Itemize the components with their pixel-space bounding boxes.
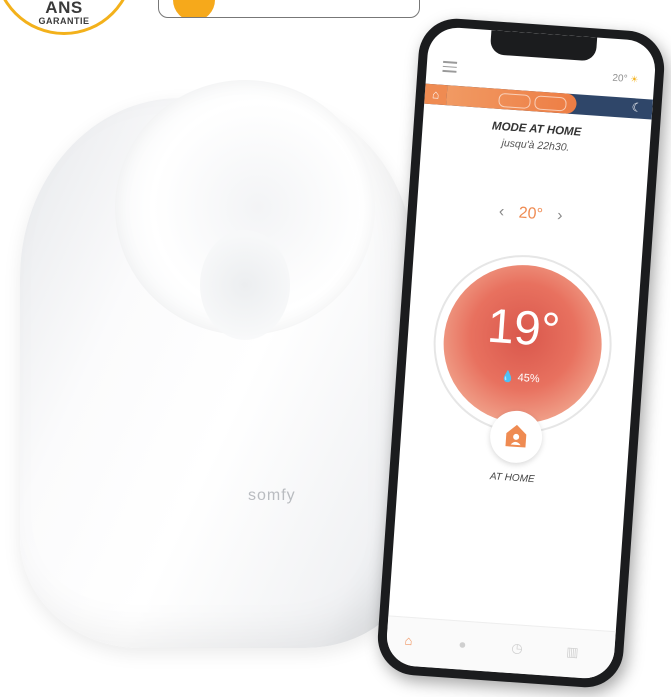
chevron-left-icon[interactable]: ‹ (498, 203, 505, 220)
home-mode-label: AT HOME (489, 471, 535, 486)
outdoor-temp-value: 20° (612, 72, 628, 85)
nav-chart-icon[interactable]: ▥ (566, 644, 579, 661)
nav-home-icon[interactable]: ⌂ (404, 633, 413, 649)
phone-notch (489, 30, 598, 62)
phone-screen: 20° ☀ ⌂ ☾ MODE AT HOME jusqu'à 22h30. ‹ … (384, 25, 658, 681)
drop-icon: 💧 (500, 370, 515, 384)
nav-clock-icon[interactable]: ◷ (511, 640, 523, 657)
current-temperature: 19° (485, 299, 562, 358)
feature-dot-icon (173, 0, 215, 17)
sun-icon: ☀ (629, 73, 639, 85)
smartphone: 20° ☀ ⌂ ☾ MODE AT HOME jusqu'à 22h30. ‹ … (375, 10, 668, 690)
phone-body: 20° ☀ ⌂ ☾ MODE AT HOME jusqu'à 22h30. ‹ … (375, 16, 667, 690)
schedule-day-segment (446, 85, 578, 115)
menu-icon[interactable] (442, 60, 458, 75)
thermostat-dial (200, 230, 290, 340)
schedule-slot (534, 95, 567, 112)
nav-drop-icon[interactable]: ● (458, 636, 467, 652)
setpoint-control: ‹ 20° › (416, 197, 645, 231)
chevron-right-icon[interactable]: › (557, 207, 564, 224)
device-logo: somfy (248, 487, 296, 504)
outdoor-temp: 20° ☀ (612, 73, 639, 86)
warranty-label: GARANTIE (38, 16, 90, 26)
bottom-nav: ⌂ ● ◷ ▥ (384, 615, 616, 681)
home-icon: ⌂ (424, 83, 448, 106)
home-icon (505, 424, 527, 448)
warranty-badge: ANS GARANTIE (0, 0, 134, 35)
schedule-bar[interactable]: ⌂ ☾ (424, 83, 653, 120)
moon-icon: ☾ (631, 100, 643, 115)
humidity-value: 45% (517, 371, 541, 386)
schedule-slot (498, 92, 532, 110)
setpoint-value: 20° (518, 204, 544, 224)
